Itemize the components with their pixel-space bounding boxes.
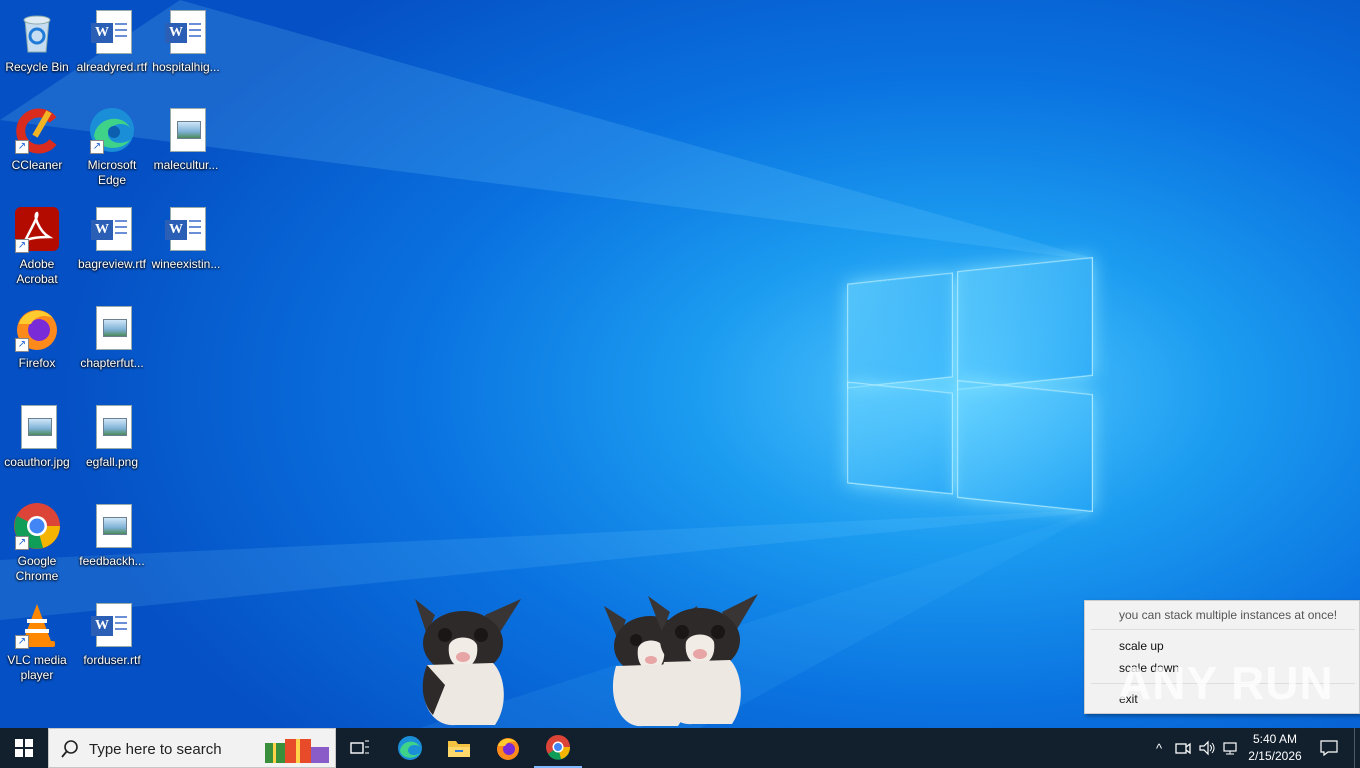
desktop-icon-recycle-bin[interactable]: Recycle Bin xyxy=(0,8,74,75)
recycle-bin-icon xyxy=(13,8,61,56)
context-menu-header: you can stack multiple instances at once… xyxy=(1119,608,1338,622)
desktop-icon-alreadyred-rtf[interactable]: W alreadyred.rtf xyxy=(75,8,149,75)
clock-time: 5:40 AM xyxy=(1252,732,1298,746)
taskbar-firefox-button[interactable] xyxy=(484,728,532,768)
word-document-icon: W xyxy=(88,601,136,649)
desktop-icon-adobe-acrobat[interactable]: ↗ Adobe Acrobat xyxy=(0,205,74,287)
desktop-icon-malecultur[interactable]: malecultur... xyxy=(149,106,223,173)
windows-logo-pane xyxy=(847,381,953,495)
word-document-icon: W xyxy=(162,205,210,253)
shortcut-arrow-icon: ↗ xyxy=(90,140,104,154)
taskbar: Type here to search ^ 5:40 AM 2/15/2026 xyxy=(0,728,1360,768)
camera-icon xyxy=(1175,742,1191,755)
cat-pet-sprite[interactable] xyxy=(405,595,525,728)
notification-icon xyxy=(1320,740,1338,756)
shortcut-arrow-icon: ↗ xyxy=(15,536,29,550)
windows-logo-pane xyxy=(957,379,1093,513)
desktop-icon-feedbackh[interactable]: feedbackh... xyxy=(75,502,149,569)
desktop-icon-ccleaner[interactable]: ↗ CCleaner xyxy=(0,106,74,173)
word-document-icon: W xyxy=(88,8,136,56)
desktop-icon-firefox[interactable]: ↗ Firefox xyxy=(0,304,74,371)
shortcut-arrow-icon: ↗ xyxy=(15,635,29,649)
desktop-icon-bagreview-rtf[interactable]: W bagreview.rtf xyxy=(75,205,149,272)
taskbar-chrome-button[interactable] xyxy=(534,728,582,768)
network-icon xyxy=(1223,742,1237,755)
cat-pet-sprite[interactable] xyxy=(640,590,762,728)
shortcut-arrow-icon: ↗ xyxy=(15,338,29,352)
gift-boxes-icon xyxy=(265,739,329,763)
image-file-icon xyxy=(13,403,61,451)
search-placeholder: Type here to search xyxy=(89,741,222,758)
speaker-icon xyxy=(1199,740,1215,756)
ccleaner-icon: ↗ xyxy=(13,106,61,154)
chevron-up-icon: ^ xyxy=(1155,740,1163,756)
windows-logo-pane xyxy=(957,256,1093,391)
vlc-icon: ↗ xyxy=(13,601,61,649)
desktop-icon-coauthor-jpg[interactable]: coauthor.jpg xyxy=(0,403,74,470)
chrome-icon: ↗ xyxy=(13,502,61,550)
taskbar-search-box[interactable]: Type here to search xyxy=(48,728,336,768)
shortcut-arrow-icon: ↗ xyxy=(15,140,29,154)
taskbar-file-explorer-button[interactable] xyxy=(435,728,483,768)
windows-start-icon xyxy=(15,739,33,757)
word-document-icon: W xyxy=(88,205,136,253)
edge-icon xyxy=(398,736,422,760)
task-view-button[interactable] xyxy=(336,728,384,768)
desktop-icon-wineexistin[interactable]: W wineexistin... xyxy=(149,205,223,272)
edge-icon: ↗ xyxy=(88,106,136,154)
menu-separator xyxy=(1091,629,1355,630)
taskbar-edge-button[interactable] xyxy=(386,728,434,768)
image-file-icon xyxy=(162,106,210,154)
show-desktop-button[interactable] xyxy=(1354,728,1360,768)
tray-volume-button[interactable] xyxy=(1196,728,1218,768)
acrobat-icon: ↗ xyxy=(13,205,61,253)
clock-date: 2/15/2026 xyxy=(1248,749,1302,763)
desktop-icon-chapterfut[interactable]: chapterfut... xyxy=(75,304,149,371)
image-file-icon xyxy=(88,502,136,550)
tray-network-button[interactable] xyxy=(1220,728,1242,768)
taskbar-clock[interactable]: 5:40 AM 2/15/2026 xyxy=(1240,731,1310,765)
desktop-icon-vlc[interactable]: ↗ VLC media player xyxy=(0,601,74,683)
desktop-icon-google-chrome[interactable]: ↗ Google Chrome xyxy=(0,502,74,584)
image-file-icon xyxy=(88,403,136,451)
show-hidden-icons-button[interactable]: ^ xyxy=(1148,728,1170,768)
word-document-icon: W xyxy=(162,8,210,56)
chrome-icon xyxy=(546,735,571,760)
desktop-icon-microsoft-edge[interactable]: ↗ Microsoft Edge xyxy=(75,106,149,188)
image-file-icon xyxy=(88,304,136,352)
desktop-icon-egfall-png[interactable]: egfall.png xyxy=(75,403,149,470)
anyrun-watermark-logo: ANY RUN xyxy=(1118,657,1334,709)
shortcut-arrow-icon: ↗ xyxy=(15,239,29,253)
search-icon xyxy=(61,740,78,758)
task-view-icon xyxy=(350,740,369,754)
file-explorer-icon xyxy=(448,741,470,757)
windows-logo-pane xyxy=(847,272,953,389)
action-center-button[interactable] xyxy=(1314,728,1344,768)
firefox-icon: ↗ xyxy=(13,304,61,352)
desktop-icon-forduser-rtf[interactable]: W forduser.rtf xyxy=(75,601,149,668)
tray-meet-now-button[interactable] xyxy=(1172,728,1194,768)
firefox-icon xyxy=(497,738,519,760)
desktop-wallpaper: Recycle Bin ↗ CCleaner ↗ Adobe Acrobat ↗… xyxy=(0,0,1360,728)
menu-item-scale-up[interactable]: scale up xyxy=(1119,639,1164,653)
desktop-icon-hospitalhig[interactable]: W hospitalhig... xyxy=(149,8,223,75)
start-button[interactable] xyxy=(0,728,48,768)
